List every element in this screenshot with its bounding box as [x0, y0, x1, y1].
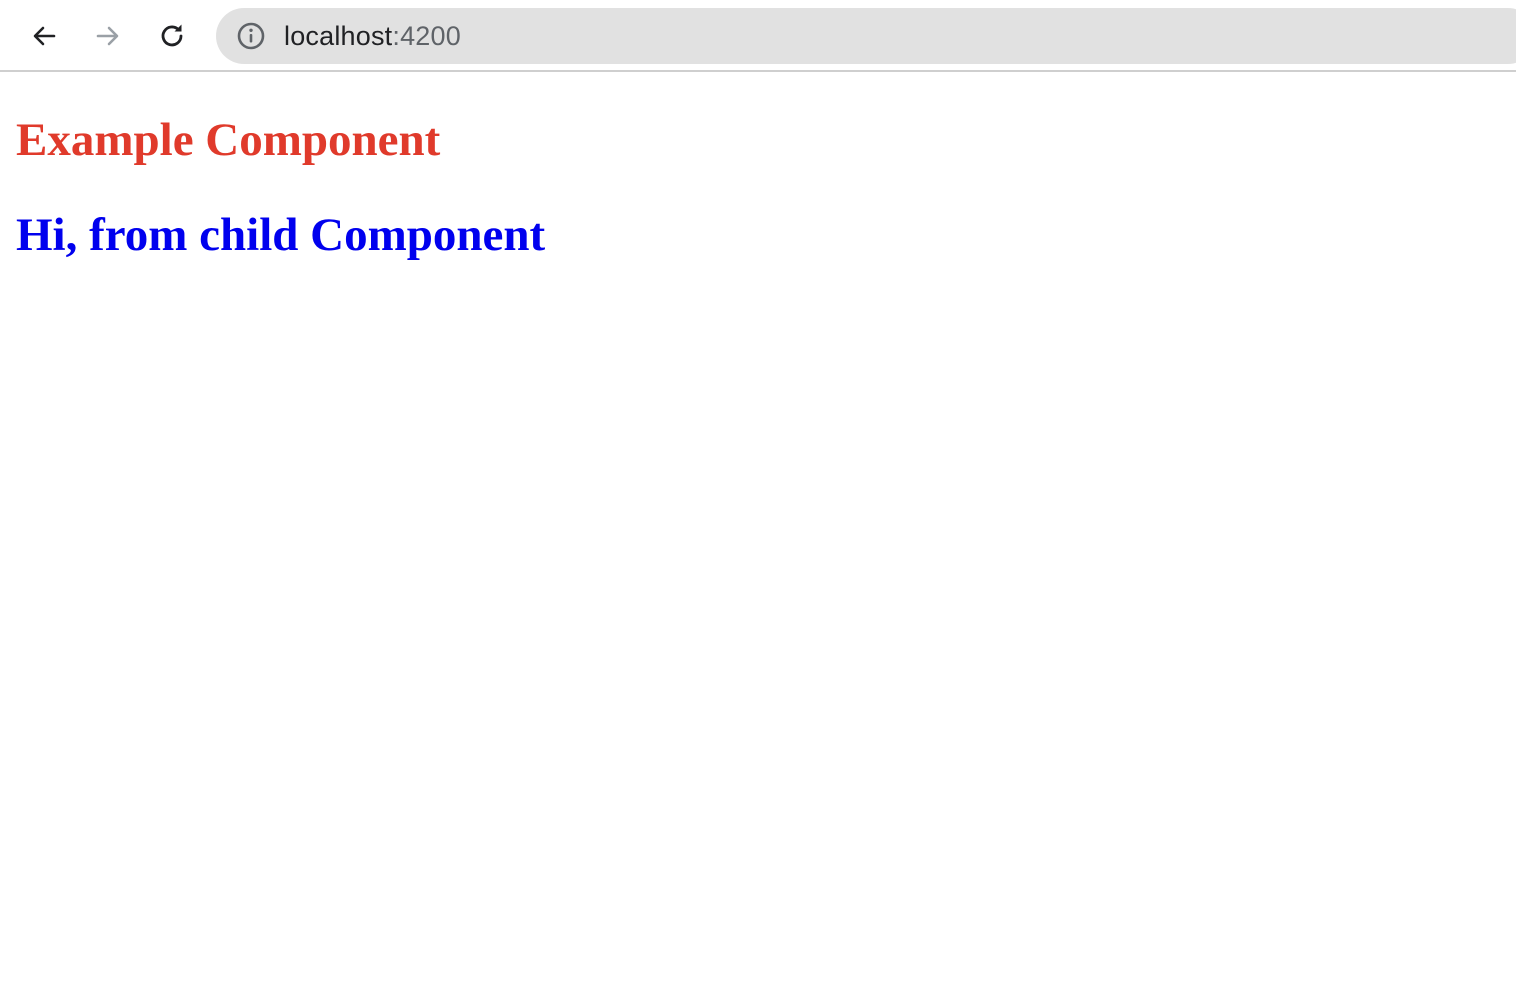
browser-toolbar: localhost:4200	[0, 0, 1516, 72]
page-content: Example Component Hi, from child Compone…	[0, 72, 1516, 992]
url-text[interactable]: localhost:4200	[284, 21, 461, 51]
address-bar[interactable]: localhost:4200	[216, 8, 1516, 64]
reload-button[interactable]	[150, 14, 194, 58]
url-port: :4200	[392, 21, 461, 51]
reload-icon	[161, 24, 183, 47]
back-button[interactable]	[22, 14, 66, 58]
info-circle-icon[interactable]	[236, 22, 266, 50]
arrow-right-icon	[96, 26, 119, 46]
forward-button[interactable]	[86, 14, 130, 58]
child-component-heading: Hi, from child Component	[16, 209, 546, 261]
arrow-left-icon	[33, 26, 56, 46]
url-host: localhost	[284, 21, 393, 51]
example-component-heading: Example Component	[16, 114, 441, 166]
